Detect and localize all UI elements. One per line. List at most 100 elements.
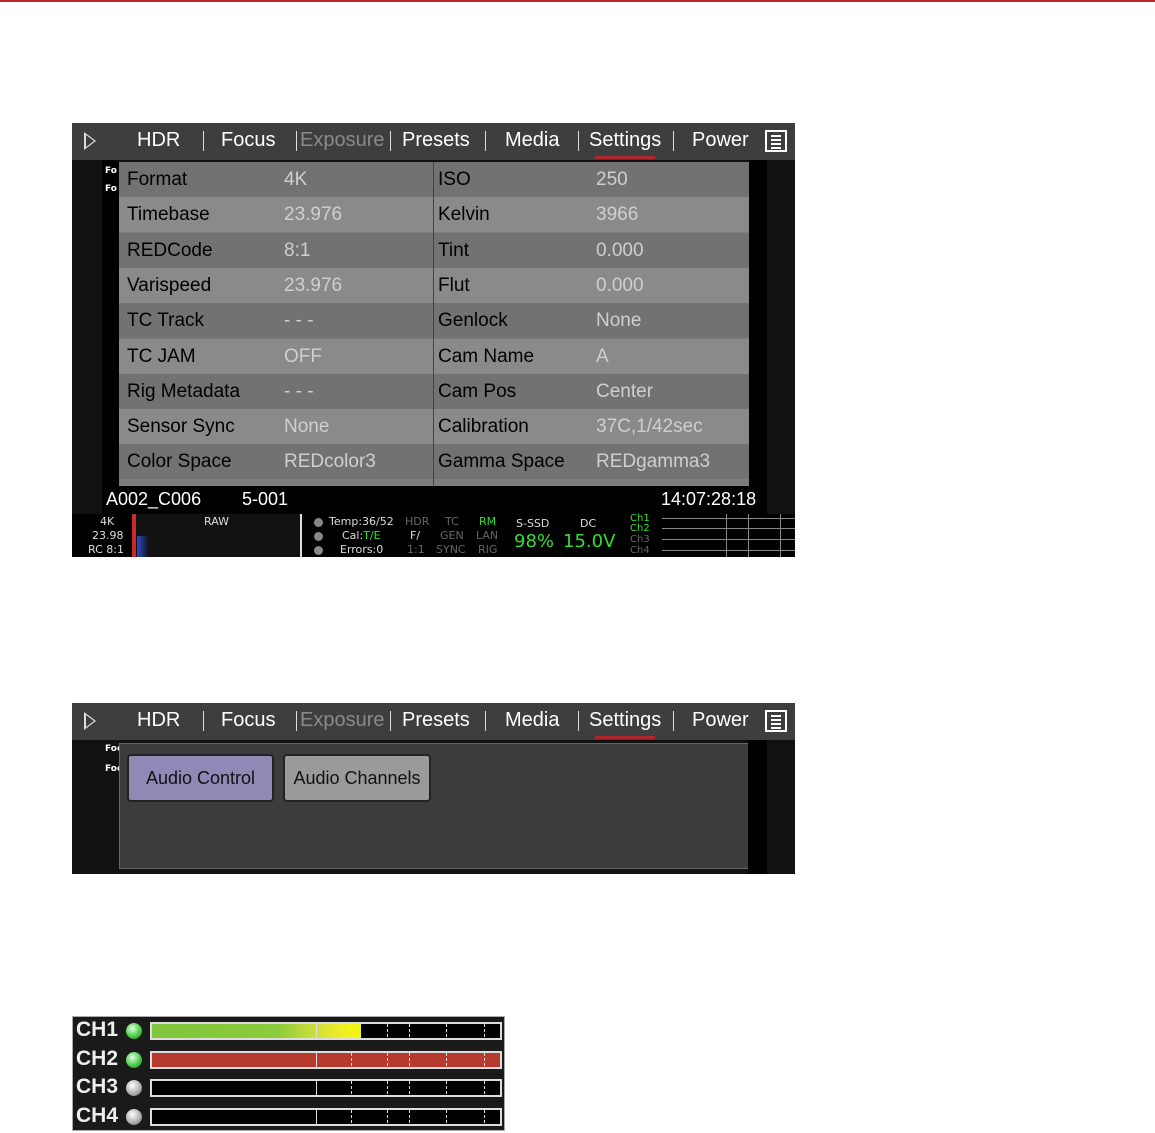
redcode-readout: RC 8:1 [88,543,124,556]
tc-indicator: TC [445,515,459,528]
clip-name: A002_C006 [106,489,202,509]
setting-key: Format [127,169,188,190]
setting-value: 37C,1/42sec [596,416,703,438]
level-meter-bar [150,1107,502,1126]
settings-row[interactable]: Sensor Sync None Calibration 37C,1/42sec [119,409,749,445]
nav-separator [390,711,391,731]
media-remaining: 98% [514,531,555,552]
top-rule [0,0,1155,2]
meter-channel-label: CH1 [76,1018,119,1041]
overlay-right-strip [748,160,767,520]
setting-key: Color Space [127,451,232,473]
setting-value: - - - [284,380,314,402]
meter-tick [387,1052,388,1067]
audio-ch3-label: Ch3 [630,534,650,545]
nav-settings[interactable]: Settings [589,129,661,152]
status-dot-icon [314,546,323,555]
nav-focus[interactable]: Focus [221,709,275,732]
audio-control-button[interactable]: Audio Control [127,754,274,802]
setting-value: 0.000 [596,274,644,296]
setting-key: Calibration [438,416,529,438]
meter-tick [351,1052,352,1067]
setting-value: None [596,310,642,332]
setting-key: Rig Metadata [127,380,241,402]
errors-readout: Errors:0 [340,543,384,556]
f-indicator: F/ [410,529,421,542]
top-nav-bar: HDR Focus Exposure Presets Media Setting… [72,123,795,160]
nav-separator [578,711,579,731]
status-dot-icon [314,532,323,541]
setting-value: 3966 [596,204,639,226]
play-icon[interactable] [84,132,96,150]
settings-row[interactable]: Color Space REDcolor3 Gamma Space REDgamma3 [119,444,749,480]
menu-list-icon[interactable] [765,710,787,732]
meter-tick [446,1109,447,1124]
power-label: DC [580,517,597,530]
meter-tick [484,1081,485,1095]
setting-key: TC JAM [127,345,196,367]
meter-tick [316,1052,317,1067]
settings-row[interactable]: Timebase 23.976 Kelvin 3966 [119,197,749,233]
setting-value: REDgamma3 [596,451,711,473]
settings-row[interactable]: Rig Metadata - - - Cam Pos Center [119,373,749,409]
nav-presets[interactable]: Presets [402,129,470,152]
meter-tick [316,1081,317,1095]
nav-power[interactable]: Power [692,129,749,152]
audio-level-meters: CH1 CH2 CH3 CH4 [72,1016,505,1131]
mini-audio-meters [662,514,795,557]
nav-power[interactable]: Power [692,709,749,732]
setting-key: ISO [438,169,471,190]
level-fill [152,1024,361,1038]
audio-submenu-area: Audio Control Audio Channels [119,743,750,869]
setting-key: Timebase [127,204,210,226]
nav-focus[interactable]: Focus [221,129,275,152]
active-tab-indicator [595,736,655,739]
meter-tick [446,1081,447,1095]
overlay-right-strip [748,740,767,874]
level-meter-bar [150,1079,502,1097]
meter-tick [387,1024,388,1038]
overlay-left-strip: Fo Fo [102,160,119,520]
setting-key: Sensor Sync [127,416,235,438]
nav-settings[interactable]: Settings [589,709,661,732]
settings-row[interactable]: TC Track - - - Genlock None [119,303,749,339]
nav-presets[interactable]: Presets [402,709,470,732]
overlay-left-strip: Foc Foc [102,740,122,874]
overlay-label: Fo [105,184,117,194]
audio-channels-button[interactable]: Audio Channels [283,754,431,802]
nav-separator [203,131,204,151]
audio-ch4-label: Ch4 [630,545,650,556]
setting-key: REDCode [127,239,213,261]
overlay-label: Fo [105,166,117,176]
settings-row[interactable]: TC JAM OFF Cam Name A [119,338,749,374]
play-icon[interactable] [84,712,96,730]
meter-tick [409,1052,410,1067]
setting-key: Flut [438,274,470,296]
level-meter-bar [150,1022,502,1040]
menu-list-icon[interactable] [765,130,787,152]
nav-exposure: Exposure [300,709,385,731]
meter-tick [351,1109,352,1124]
meter-tick [484,1024,485,1038]
settings-row[interactable]: Varispeed 23.976 Flut 0.000 [119,267,749,303]
nav-hdr[interactable]: HDR [137,709,180,732]
media-label: S-SSD [516,517,550,530]
audio-settings-panel: HDR Focus Exposure Presets Media Setting… [72,703,795,874]
nav-media[interactable]: Media [505,129,559,152]
setting-value: None [284,416,330,438]
nav-separator [673,131,674,151]
setting-key: Genlock [438,310,508,332]
settings-row[interactable]: REDCode 8:1 Tint 0.000 [119,232,749,268]
meter-row: CH2 [73,1046,506,1074]
fps-readout: 23.98 [92,529,124,542]
active-tab-indicator [595,156,655,159]
setting-key: Gamma Space [438,451,565,473]
nav-separator [296,131,297,151]
nav-hdr[interactable]: HDR [137,129,180,152]
channel-led-icon [126,1080,142,1096]
meter-tick [446,1052,447,1067]
histogram-red-channel [132,514,136,557]
meter-channel-label: CH4 [76,1103,119,1127]
settings-row[interactable]: Format 4K ISO 250 [119,162,749,197]
nav-media[interactable]: Media [505,709,559,732]
